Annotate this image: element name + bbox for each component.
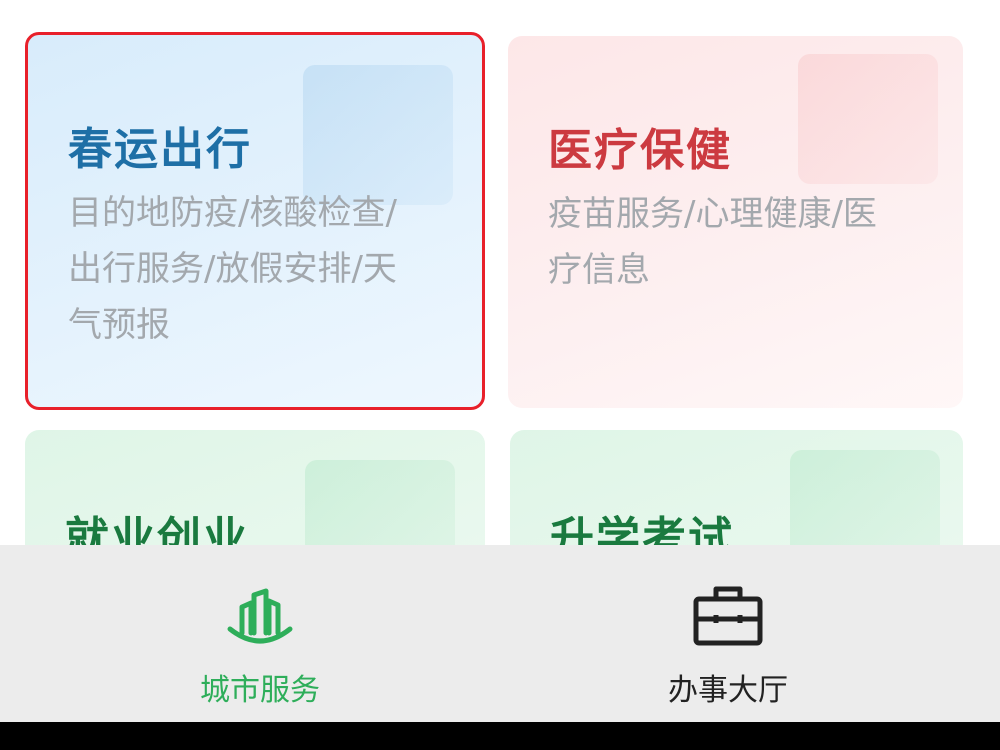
briefcase-icon	[693, 586, 763, 646]
tab-service-hall[interactable]: 办事大厅	[578, 545, 878, 722]
medical-illustration-icon	[798, 54, 938, 184]
travel-illustration-icon	[303, 65, 453, 205]
city-buildings-icon	[227, 588, 293, 644]
tab-label: 办事大厅	[668, 673, 788, 708]
service-card-spring-travel[interactable]: 春运出行 目的地防疫/核酸检查/出行服务/放假安排/天气预报	[25, 32, 485, 410]
card-description: 疫苗服务/心理健康/医疗信息	[548, 194, 877, 290]
card-description: 目的地防疫/核酸检查/出行服务/放假安排/天气预报	[68, 193, 397, 345]
bottom-tab-bar: 城市服务 办事大厅	[0, 545, 1000, 722]
card-title: 医疗保健	[548, 125, 732, 176]
system-navigation-strip	[0, 722, 1000, 750]
service-card-medical[interactable]: 医疗保健 疫苗服务/心理健康/医疗信息	[508, 36, 963, 408]
card-title: 春运出行	[68, 124, 252, 175]
tab-label: 城市服务	[200, 673, 320, 708]
tab-city-services[interactable]: 城市服务	[110, 545, 410, 722]
